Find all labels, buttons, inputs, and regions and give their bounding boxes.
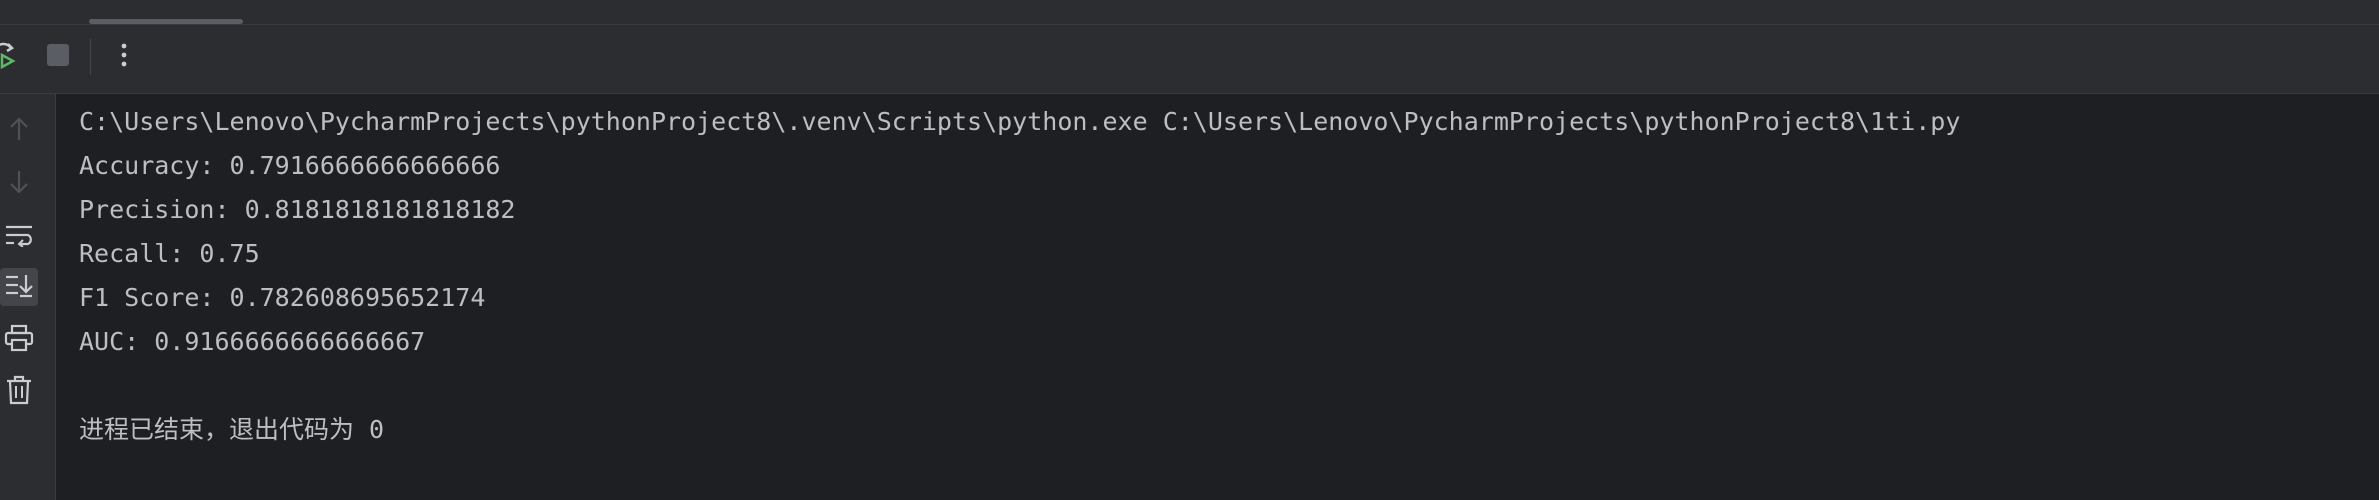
output-line: F1 Score: 0.782608695652174 [79, 283, 486, 312]
clear-all-button[interactable] [0, 373, 38, 411]
previous-occurrence-button[interactable] [0, 112, 38, 150]
scroll-to-end-button[interactable] [0, 268, 38, 306]
console-output[interactable]: C:\Users\Lenovo\PycharmProjects\pythonPr… [79, 100, 2359, 452]
exit-message: 进程已结束，退出代码为 0 [79, 415, 385, 444]
tab-scroll-indicator[interactable] [89, 19, 243, 24]
more-options-button[interactable] [104, 37, 144, 77]
rerun-icon [0, 40, 21, 74]
stop-icon [45, 42, 71, 72]
arrow-down-icon [8, 169, 30, 199]
output-line: Precision: 0.8181818181818182 [79, 195, 516, 224]
soft-wrap-icon [4, 223, 34, 251]
output-line: Recall: 0.75 [79, 239, 260, 268]
trash-icon [5, 375, 33, 409]
print-button[interactable] [0, 321, 38, 359]
print-icon [4, 324, 34, 356]
next-occurrence-button[interactable] [0, 165, 38, 203]
console-side-toolbar [0, 94, 56, 500]
more-vertical-icon [119, 41, 129, 73]
tab-strip [0, 0, 2379, 25]
run-toolbar [0, 25, 2379, 94]
toolbar-separator [90, 39, 91, 75]
scroll-to-end-icon [4, 272, 34, 302]
arrow-up-icon [8, 116, 30, 146]
run-tool-window: C:\Users\Lenovo\PycharmProjects\pythonPr… [0, 0, 2379, 500]
output-line: Accuracy: 0.7916666666666666 [79, 151, 501, 180]
output-line: AUC: 0.9166666666666667 [79, 327, 426, 356]
rerun-button[interactable] [0, 37, 26, 77]
stop-button[interactable] [38, 37, 78, 77]
soft-wrap-button[interactable] [0, 218, 38, 256]
command-line[interactable]: C:\Users\Lenovo\PycharmProjects\pythonPr… [79, 100, 2359, 144]
